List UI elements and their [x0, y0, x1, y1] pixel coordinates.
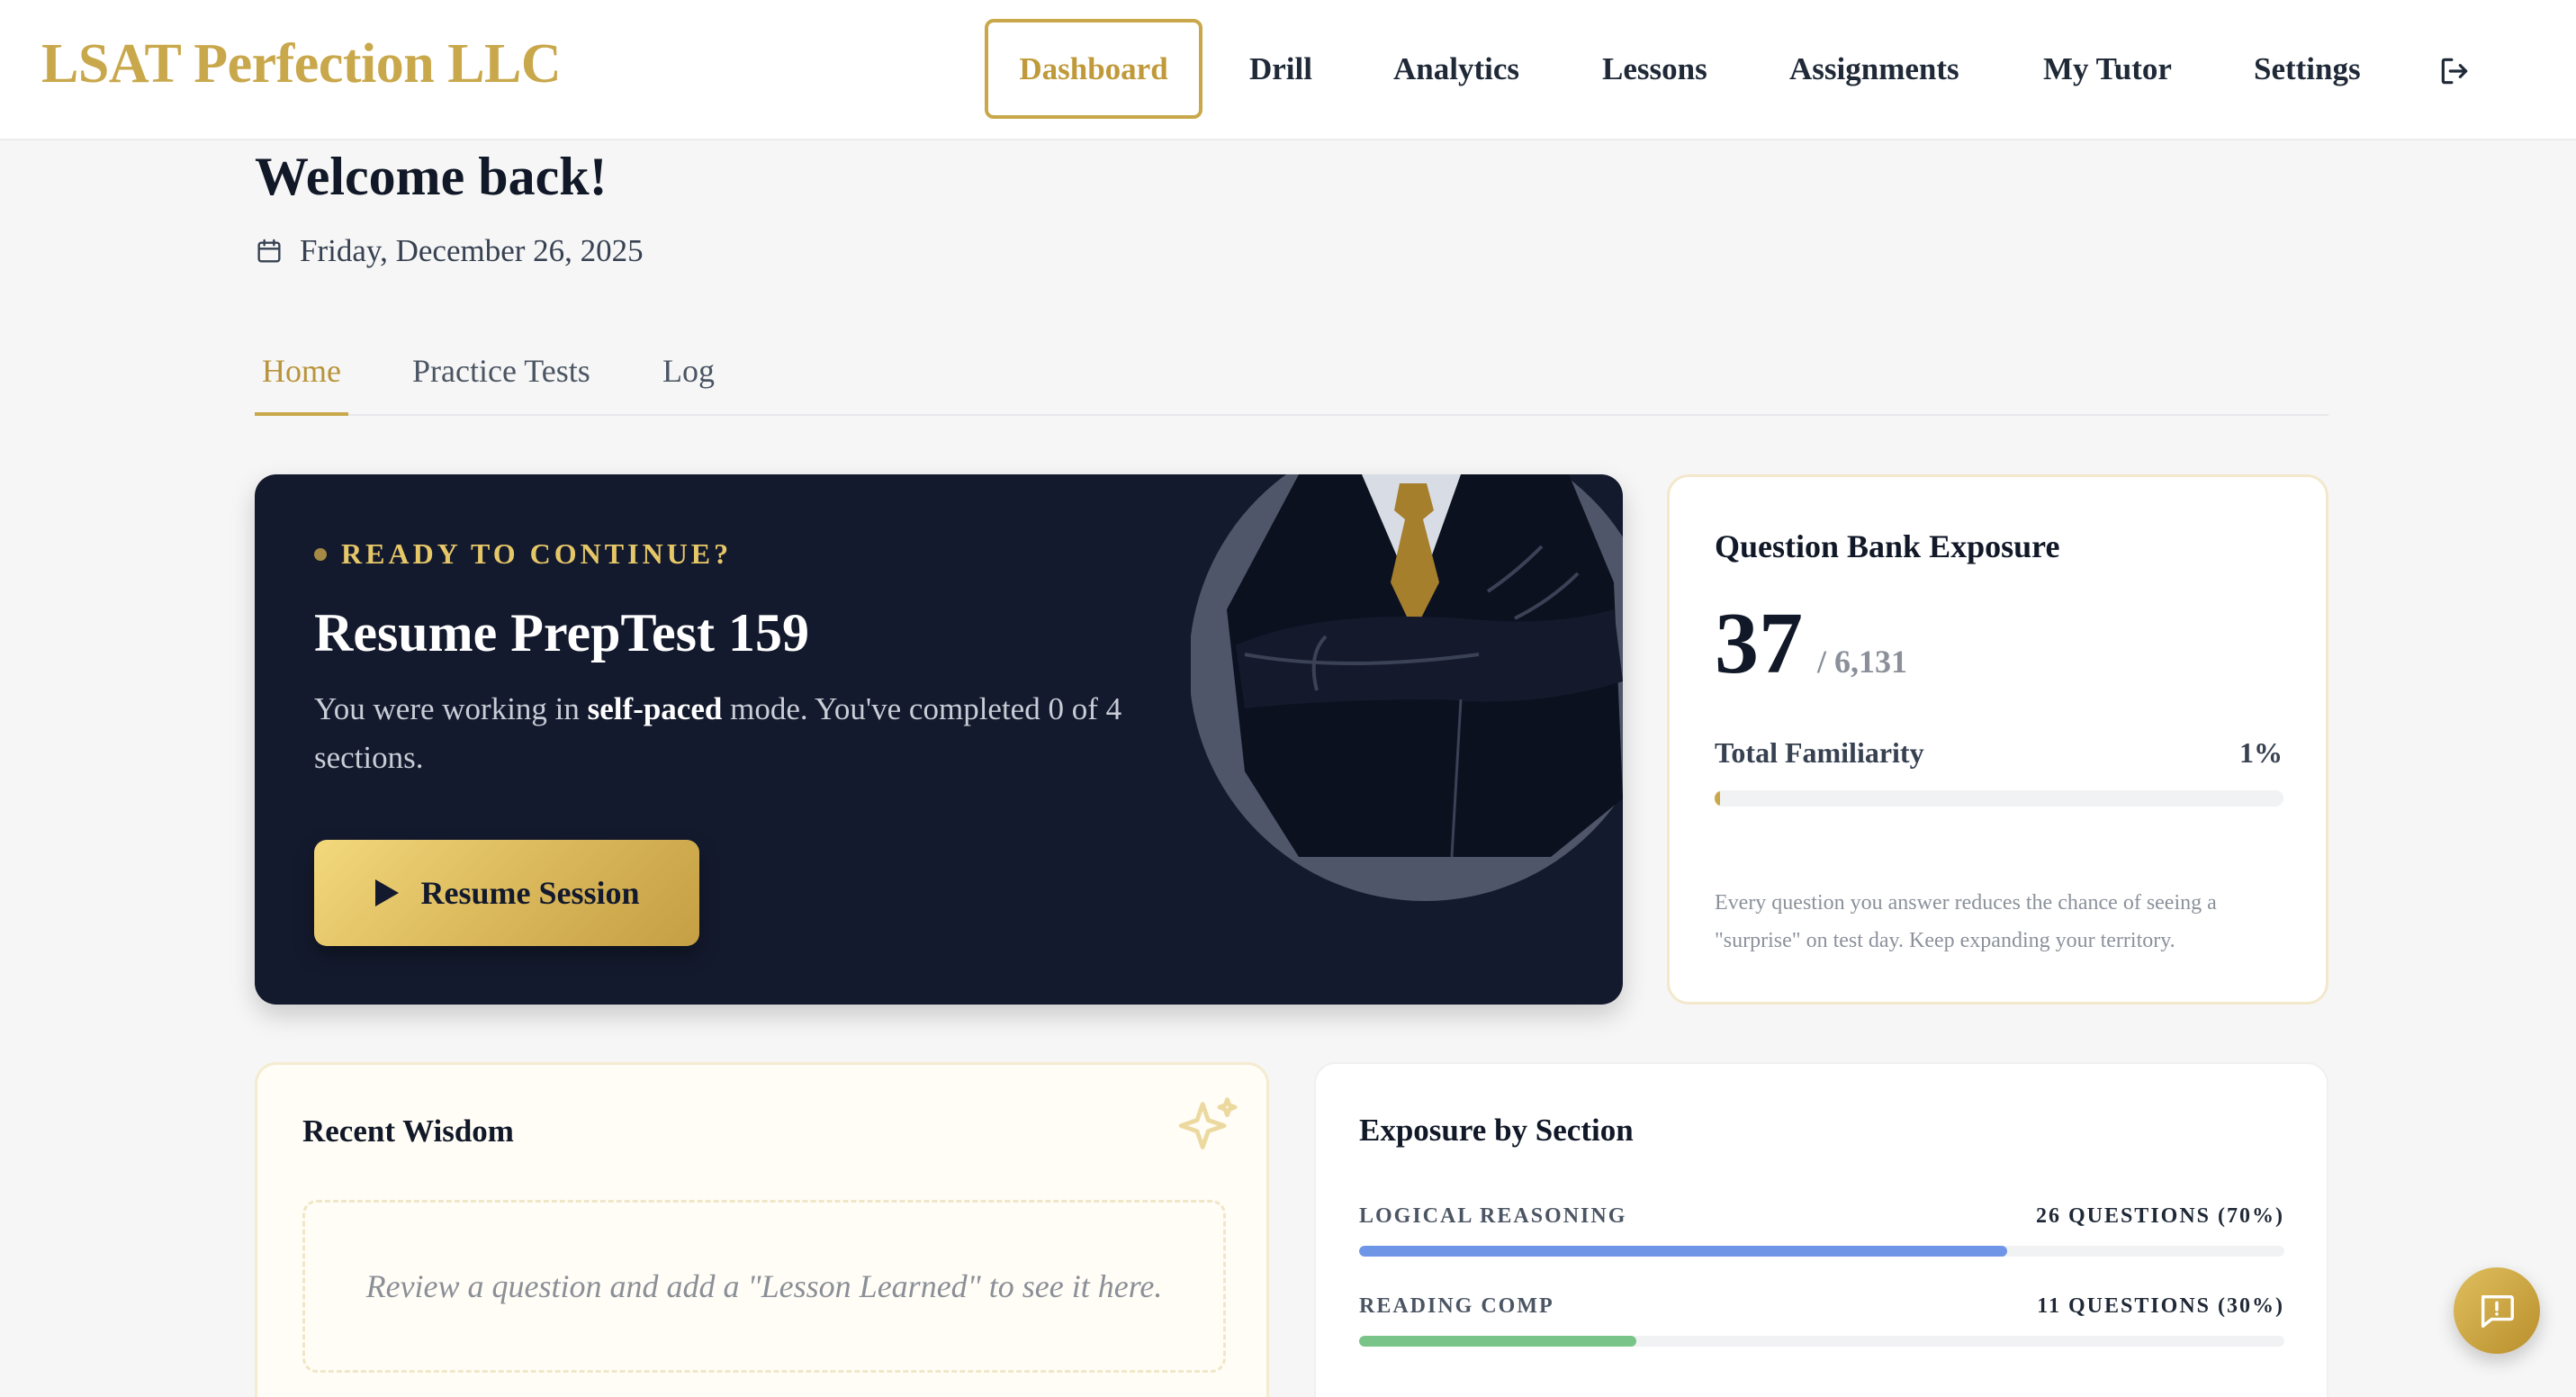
- calendar-icon: [257, 239, 281, 263]
- recent-wisdom-title: Recent Wisdom: [302, 1113, 514, 1149]
- sparkle-icon: [1178, 1097, 1238, 1149]
- section-name: LOGICAL REASONING: [1359, 1204, 1627, 1228]
- chat-button[interactable]: [2454, 1267, 2540, 1354]
- current-date: Friday, December 26, 2025: [300, 233, 644, 268]
- eyebrow: READY TO CONTINUE?: [314, 537, 732, 571]
- section-progress-bar: [1359, 1336, 2284, 1347]
- desc-mode: self-paced: [587, 691, 723, 726]
- desc-prefix: You were working in: [314, 691, 588, 726]
- answered-count: 37: [1715, 595, 1803, 692]
- page-title: Welcome back!: [255, 147, 608, 206]
- familiarity-progress-bar: [1715, 790, 2283, 807]
- dashboard-tabs: Home Practice Tests Log: [255, 346, 2328, 416]
- section-progress-fill: [1359, 1246, 2007, 1257]
- nav-assignments[interactable]: Assignments: [1789, 47, 1959, 92]
- familiarity-percent: 1%: [2239, 736, 2283, 769]
- familiarity-label: Total Familiarity: [1715, 736, 1924, 769]
- section-name: READING COMP: [1359, 1294, 1554, 1318]
- nav-dashboard[interactable]: Dashboard: [985, 19, 1202, 119]
- question-bank-count: 37 / 6,131: [1715, 594, 1907, 693]
- recent-wisdom-card: Recent Wisdom Review a question and add …: [255, 1062, 1269, 1397]
- nav-lessons[interactable]: Lessons: [1602, 47, 1707, 92]
- resume-description: You were working in self-paced mode. You…: [314, 685, 1160, 782]
- wisdom-empty-text: Review a question and add a "Lesson Lear…: [365, 1268, 1163, 1304]
- question-bank-card: Question Bank Exposure 37 / 6,131 Total …: [1667, 474, 2328, 1005]
- resume-title: Resume PrepTest 159: [314, 603, 809, 662]
- eyebrow-text: READY TO CONTINUE?: [341, 537, 733, 570]
- nav-settings[interactable]: Settings: [2254, 47, 2361, 92]
- question-bank-note: Every question you answer reduces the ch…: [1715, 891, 2217, 952]
- section-count: 26 QUESTIONS (70%): [2035, 1204, 2284, 1228]
- tab-home[interactable]: Home: [255, 346, 348, 416]
- total-count: / 6,131: [1817, 644, 1908, 680]
- tab-log[interactable]: Log: [662, 346, 715, 416]
- familiarity-progress-fill: [1715, 790, 1721, 807]
- nav-my-tutor[interactable]: My Tutor: [2043, 47, 2172, 92]
- question-bank-title: Question Bank Exposure: [1715, 528, 2060, 564]
- brand-logo[interactable]: LSAT Perfection LLC: [41, 32, 562, 96]
- section-count: 11 QUESTIONS (30%): [2037, 1294, 2284, 1318]
- exposure-by-section-card: Exposure by Section LOGICAL REASONING 26…: [1314, 1062, 2328, 1397]
- resume-card: READY TO CONTINUE? Resume PrepTest 159 Y…: [255, 474, 1623, 1005]
- resume-session-button[interactable]: Resume Session: [314, 840, 699, 946]
- nav-analytics[interactable]: Analytics: [1393, 47, 1519, 92]
- section-progress-bar: [1359, 1246, 2284, 1257]
- tab-practice-tests[interactable]: Practice Tests: [412, 346, 590, 416]
- status-dot-icon: [314, 547, 327, 561]
- resume-session-label: Resume Session: [420, 875, 640, 911]
- logout-icon[interactable]: [2437, 54, 2472, 88]
- top-nav: LSAT Perfection LLC Dashboard Drill Anal…: [0, 0, 2576, 140]
- nav-drill[interactable]: Drill: [1249, 47, 1312, 92]
- section-progress-fill: [1359, 1336, 1637, 1347]
- chat-icon: [2481, 1294, 2514, 1328]
- wisdom-empty-state: Review a question and add a "Lesson Lear…: [302, 1200, 1226, 1373]
- exposure-title: Exposure by Section: [1359, 1113, 1634, 1148]
- date-row: Friday, December 26, 2025: [255, 229, 644, 274]
- businessman-illustration: [1191, 474, 1623, 901]
- play-icon: [375, 879, 400, 906]
